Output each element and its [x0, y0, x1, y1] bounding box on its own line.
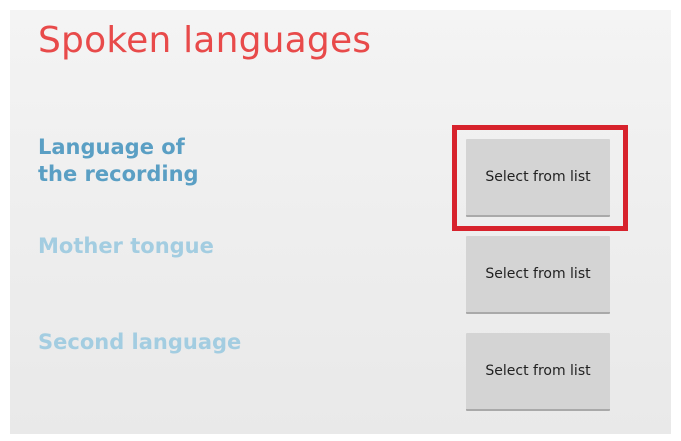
- spoken-languages-screen: Spoken languages Language of the recordi…: [10, 10, 671, 434]
- mother-tongue-label: Mother tongue: [38, 234, 214, 258]
- second-language-select-button[interactable]: Select from list: [466, 333, 610, 411]
- page-title: Spoken languages: [38, 20, 372, 61]
- mother-tongue-select-button[interactable]: Select from list: [466, 236, 610, 314]
- second-language-label: Second language: [38, 330, 242, 354]
- recording-language-label-line2: the recording: [38, 162, 199, 186]
- recording-language-select-button[interactable]: Select from list: [466, 139, 610, 217]
- recording-language-label-line1: Language of: [38, 135, 185, 159]
- recording-language-label: Language of the recording: [38, 134, 199, 188]
